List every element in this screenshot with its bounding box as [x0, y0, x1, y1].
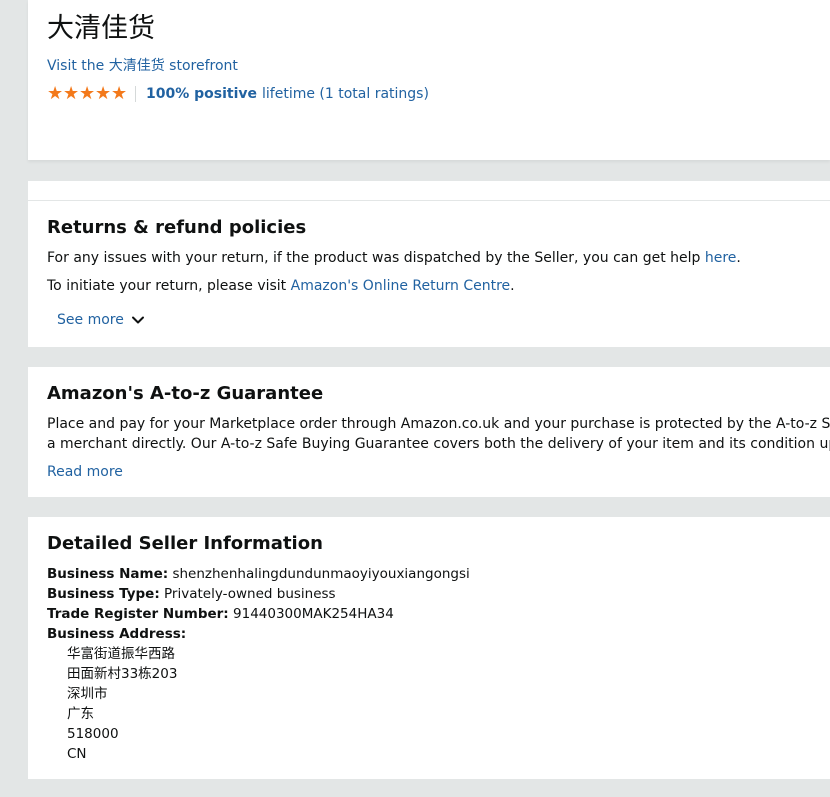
- seller-rating: ★ ★ ★ ★ ★ 100% positive lifetime (1 total…: [47, 84, 429, 104]
- rating-detail: lifetime (1 total ratings): [262, 86, 429, 102]
- star-icon: ★: [111, 83, 128, 104]
- seller-name: 大清佳货: [47, 13, 155, 44]
- returns-line-1-end: .: [736, 250, 741, 266]
- rating-summary-link[interactable]: 100% positive lifetime (1 total ratings): [146, 84, 429, 104]
- returns-help-link[interactable]: here: [705, 250, 737, 266]
- star-icon: ★: [63, 83, 80, 104]
- atoz-line-2: a merchant directly. Our A-to-z Safe Buy…: [47, 436, 830, 452]
- atoz-guarantee-card: Amazon's A-to-z Guarantee Place and pay …: [28, 367, 830, 497]
- trade-register-row: Trade Register Number: 91440300MAK254HA3…: [47, 604, 394, 624]
- address-line: 广东: [67, 706, 94, 722]
- business-address-label: Business Address:: [47, 626, 187, 642]
- star-icon: ★: [79, 83, 96, 104]
- business-type-row: Business Type: Privately-owned business: [47, 584, 336, 604]
- atoz-line-1: Place and pay for your Marketplace order…: [47, 416, 830, 432]
- return-centre-link[interactable]: Amazon's Online Return Centre: [291, 278, 511, 294]
- atoz-title: Amazon's A-to-z Guarantee: [47, 383, 324, 404]
- storefront-link[interactable]: Visit the 大清佳货 storefront: [47, 57, 238, 75]
- business-name-row: Business Name: shenzhenhalingdundunmaoyi…: [47, 564, 470, 584]
- business-address-row: Business Address:: [47, 624, 186, 644]
- see-more-button[interactable]: See more: [57, 310, 145, 330]
- returns-title: Returns & refund policies: [47, 217, 307, 238]
- read-more-link[interactable]: Read more: [47, 462, 123, 482]
- rating-positive: 100% positive: [146, 86, 258, 102]
- star-icon: ★: [95, 83, 112, 104]
- returns-line-1: For any issues with your return, if the …: [47, 248, 741, 268]
- address-line: CN: [67, 746, 87, 762]
- trade-register-value: 91440300MAK254HA34: [233, 606, 394, 622]
- address-line: 深圳市: [67, 686, 108, 702]
- returns-line-2: To initiate your return, please visit Am…: [47, 276, 515, 296]
- star-icon: ★: [47, 83, 64, 104]
- rating-stars[interactable]: ★ ★ ★ ★ ★: [47, 84, 127, 104]
- business-name-value: shenzhenhalingdundunmaoyiyouxiangongsi: [172, 566, 470, 582]
- returns-card: Returns & refund policies For any issues…: [28, 201, 830, 347]
- trade-register-label: Trade Register Number:: [47, 606, 229, 622]
- business-type-value: Privately-owned business: [164, 586, 336, 602]
- address-line: 田面新村33栋203: [67, 666, 178, 682]
- rating-divider: [135, 86, 136, 102]
- returns-line-2-text: To initiate your return, please visit: [47, 278, 291, 294]
- returns-line-2-end: .: [510, 278, 515, 294]
- chevron-down-icon: [131, 316, 144, 324]
- business-name-label: Business Name:: [47, 566, 169, 582]
- returns-line-1-text: For any issues with your return, if the …: [47, 250, 705, 266]
- seller-profile-page: 大清佳货 Visit the 大清佳货 storefront ★ ★ ★ ★ ★…: [0, 0, 830, 797]
- detail-title: Detailed Seller Information: [47, 533, 323, 554]
- address-line: 华富街道振华西路: [67, 646, 175, 662]
- business-type-label: Business Type:: [47, 586, 160, 602]
- detailed-seller-info-card: Detailed Seller Information Business Nam…: [28, 517, 830, 779]
- address-line: 518000: [67, 726, 119, 742]
- empty-section-card: [28, 181, 830, 200]
- seller-header-card: 大清佳货 Visit the 大清佳货 storefront ★ ★ ★ ★ ★…: [28, 0, 830, 160]
- see-more-label: See more: [57, 312, 124, 328]
